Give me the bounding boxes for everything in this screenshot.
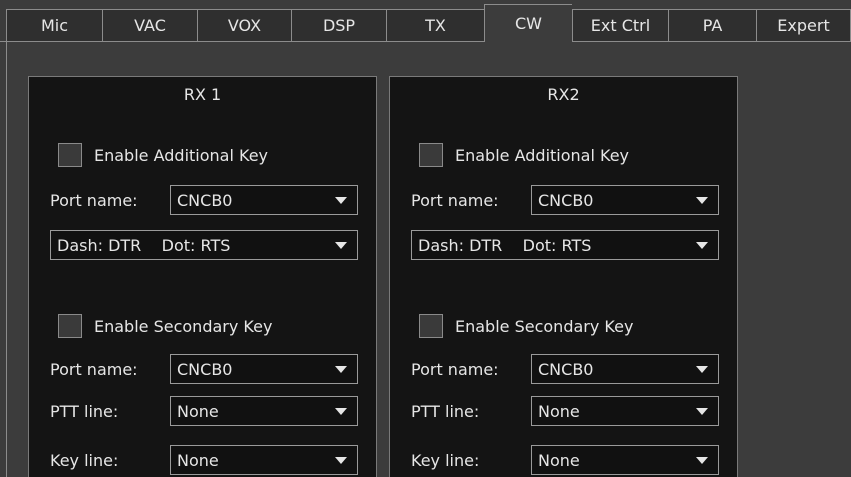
tab-vox[interactable]: VOX bbox=[197, 9, 291, 42]
checkbox[interactable] bbox=[419, 143, 443, 167]
rx1-additional-port-select[interactable]: CNCB0 bbox=[170, 185, 358, 215]
tab-label: VAC bbox=[134, 16, 166, 35]
rx2-ptt-line-select[interactable]: None bbox=[531, 396, 719, 426]
tab-label: Ext Ctrl bbox=[590, 16, 651, 35]
tab-page-border bbox=[6, 42, 7, 477]
tab-mic[interactable]: Mic bbox=[6, 9, 102, 42]
port-name-label: Port name: bbox=[411, 191, 499, 210]
chevron-down-icon bbox=[335, 242, 347, 249]
rx2-enable-secondary-key[interactable]: Enable Secondary Key bbox=[419, 314, 633, 338]
tab-vac[interactable]: VAC bbox=[102, 9, 197, 42]
ptt-line-label: PTT line: bbox=[411, 402, 480, 421]
rx2-additional-port-select[interactable]: CNCB0 bbox=[531, 185, 719, 215]
ptt-line-label: PTT line: bbox=[50, 402, 119, 421]
chevron-down-icon bbox=[335, 197, 347, 204]
tab-divider bbox=[0, 41, 484, 42]
selected-value: Dash: DTR Dot: RTS bbox=[418, 235, 592, 255]
selected-value: None bbox=[177, 401, 219, 421]
selected-value: CNCB0 bbox=[177, 190, 233, 210]
port-name-label: Port name: bbox=[50, 191, 138, 210]
rx2-key-mode-select[interactable]: Dash: DTR Dot: RTS bbox=[411, 230, 719, 260]
rx1-key-line-select[interactable]: None bbox=[170, 445, 358, 475]
tab-bar: Mic VAC VOX DSP TX CW Ext Ctrl PA Expert bbox=[0, 0, 851, 53]
rx1-group: RX 1 Enable Additional Key Port name: CN… bbox=[28, 76, 377, 477]
selected-value: CNCB0 bbox=[538, 190, 594, 210]
tab-pa[interactable]: PA bbox=[668, 9, 756, 42]
checkbox[interactable] bbox=[419, 314, 443, 338]
selected-value: CNCB0 bbox=[538, 359, 594, 379]
selected-value: CNCB0 bbox=[177, 359, 233, 379]
tab-label: DSP bbox=[322, 16, 356, 35]
chevron-down-icon bbox=[696, 457, 708, 464]
checkbox-label: Enable Additional Key bbox=[455, 145, 629, 165]
chevron-down-icon bbox=[696, 242, 708, 249]
chevron-down-icon bbox=[696, 408, 708, 415]
tab-label: PA bbox=[702, 16, 723, 35]
tab-label: Expert bbox=[777, 16, 830, 35]
port-name-label: Port name: bbox=[50, 360, 138, 379]
rx1-enable-secondary-key[interactable]: Enable Secondary Key bbox=[58, 314, 272, 338]
selected-value: None bbox=[177, 450, 219, 470]
checkbox-label: Enable Additional Key bbox=[94, 145, 268, 165]
tab-label: Mic bbox=[40, 16, 69, 35]
chevron-down-icon bbox=[696, 197, 708, 204]
tab-tx[interactable]: TX bbox=[386, 9, 484, 42]
rx1-secondary-port-select[interactable]: CNCB0 bbox=[170, 354, 358, 384]
checkbox[interactable] bbox=[58, 143, 82, 167]
rx1-enable-additional-key[interactable]: Enable Additional Key bbox=[58, 143, 268, 167]
chevron-down-icon bbox=[696, 366, 708, 373]
checkbox-label: Enable Secondary Key bbox=[455, 316, 634, 336]
chevron-down-icon bbox=[335, 457, 347, 464]
tab-ext-ctrl[interactable]: Ext Ctrl bbox=[572, 9, 668, 42]
group-title: RX2 bbox=[547, 85, 580, 104]
key-line-label: Key line: bbox=[50, 451, 119, 470]
rx2-secondary-port-select[interactable]: CNCB0 bbox=[531, 354, 719, 384]
rx2-group: RX2 Enable Additional Key Port name: CNC… bbox=[389, 76, 738, 477]
tab-expert[interactable]: Expert bbox=[756, 9, 851, 42]
rx1-ptt-line-select[interactable]: None bbox=[170, 396, 358, 426]
port-name-label: Port name: bbox=[411, 360, 499, 379]
group-title: RX 1 bbox=[183, 85, 222, 104]
chevron-down-icon bbox=[335, 408, 347, 415]
tab-divider bbox=[572, 41, 851, 42]
tab-cw[interactable]: CW bbox=[484, 4, 572, 42]
selected-value: None bbox=[538, 450, 580, 470]
rx1-key-mode-select[interactable]: Dash: DTR Dot: RTS bbox=[50, 230, 358, 260]
selected-value: None bbox=[538, 401, 580, 421]
tab-label: CW bbox=[515, 14, 542, 33]
rx2-key-line-select[interactable]: None bbox=[531, 445, 719, 475]
chevron-down-icon bbox=[335, 366, 347, 373]
checkbox-label: Enable Secondary Key bbox=[94, 316, 273, 336]
rx2-enable-additional-key[interactable]: Enable Additional Key bbox=[419, 143, 629, 167]
key-line-label: Key line: bbox=[411, 451, 480, 470]
selected-value: Dash: DTR Dot: RTS bbox=[57, 235, 231, 255]
checkbox[interactable] bbox=[58, 314, 82, 338]
tab-label: TX bbox=[425, 16, 446, 35]
tab-label: VOX bbox=[227, 16, 262, 35]
tab-dsp[interactable]: DSP bbox=[291, 9, 386, 42]
